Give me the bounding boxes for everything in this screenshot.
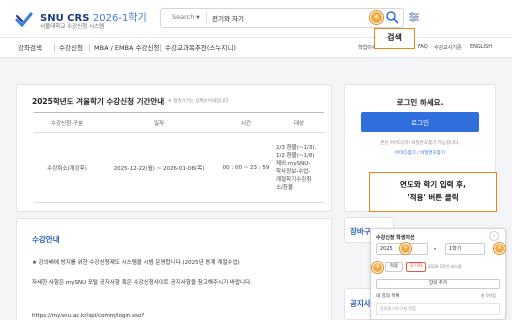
nav-mba-registration[interactable]: MBA / EMBA 수강신청 (94, 42, 159, 52)
instruction-callout: 연도와 학기 입력 후, '적용' 버튼 클릭 (369, 172, 497, 212)
step-4-badge: ④ (370, 11, 383, 24)
cart-title: 장바구 (350, 227, 371, 236)
cell-type: 수강취소(개강후) (34, 132, 100, 203)
period-note: ※ 접속기기는 상위순이내입니다. (168, 99, 230, 104)
notice-card (16, 218, 332, 320)
nav-divider (89, 44, 90, 52)
search-divider (206, 12, 207, 23)
nav-divider (54, 44, 55, 52)
notice-text: 자세한 사항은 mySNU 포털 공지사항 혹은 수강신청사이트 공지사항을 참… (32, 280, 252, 286)
find-id-password-link[interactable]: 아이디찾기 / 비밀번호찾기 (344, 150, 496, 156)
snu-logo-icon[interactable] (14, 10, 34, 30)
my-course-list-label: 내 강의 목록 (376, 294, 400, 299)
notice-link[interactable]: https://my.snu.ac.kr/spi/comm/login.sso? (32, 313, 144, 319)
col-header-time: 시간 (218, 112, 274, 133)
target-line: 학사정보-수업- (276, 168, 311, 175)
col-header-date: 일자 (100, 112, 218, 133)
login-button[interactable]: 로그인 (361, 112, 479, 132)
nav-divider (160, 44, 161, 52)
step-2-badge: ② (494, 243, 505, 254)
util-link-criteria[interactable]: 수강교사기준 (434, 44, 462, 51)
util-link-english[interactable]: ENGLISH (470, 44, 492, 50)
apply-button[interactable]: 적용 (385, 262, 403, 272)
cell-time: 00 : 00 ~ 23 : 59 (218, 132, 274, 203)
term-select[interactable]: 1학기 (445, 243, 485, 255)
step-3-badge: ③ (372, 262, 383, 273)
col-header-type: 수강신청 구분 (34, 112, 100, 133)
filter-settings-icon[interactable] (408, 11, 420, 23)
util-link-faq[interactable]: FAQ (418, 44, 428, 50)
target-line: 1/2 환불(~1/8) (276, 152, 315, 159)
announcement-title: 공지사 (350, 299, 371, 308)
instruction-line: '적용' 버튼 클릭 (407, 193, 459, 202)
target-line: 2/3 환불(~1/3), (276, 144, 317, 151)
notice-title: 수강안내 (32, 235, 60, 244)
chevron-down-icon: ▼ (196, 15, 200, 21)
search-tooltip-callout: 검색 (374, 28, 415, 49)
period-title: 2025학년도 겨울학기 수강신청 기간안내 (32, 97, 165, 106)
table-header-row: 수강신청 구분 일자 시간 대상 (34, 112, 324, 133)
course-list-header: 강의명 이수구분 학점 (376, 303, 500, 315)
step-1-badge: ① (400, 243, 411, 254)
logo-subtitle: 서울대학교 수강신청 시스템 (40, 24, 105, 30)
chevron-down-icon: ▾ (434, 246, 437, 251)
term-status: 2026-1학기 표시중 (428, 264, 462, 269)
col-header-target: 대상 (274, 112, 324, 133)
search-input[interactable] (212, 12, 362, 24)
notice-text: ★ 강의배에 방지를 위한 수강신청제도 시스템을 시범 운영합니다.(2025… (32, 260, 240, 266)
reset-button[interactable]: 초기화 (406, 262, 426, 272)
search-scope-select[interactable]: Search (172, 13, 194, 21)
target-line: 소/환불 (276, 184, 294, 191)
table-row: 수강취소(개강후) 2025-12-22(월) ~ 2026-01-08(목) … (34, 132, 324, 203)
instruction-line: 연도와 학기 입력 후, (400, 180, 466, 189)
minimize-icon[interactable]: – (489, 231, 499, 241)
nav-course-recommend[interactable]: 수강교과목추천(스누지니) (165, 42, 236, 52)
credit-count: 총 0학점 (481, 293, 496, 298)
add-course-button[interactable]: 장의 추가 (376, 279, 500, 289)
popup-title: 수강신청 학생저선 (376, 235, 415, 241)
nav-registration[interactable]: 수강신청 (59, 42, 83, 52)
search-icon[interactable] (385, 10, 399, 24)
target-line: 계절학기수강취 (276, 176, 312, 183)
login-title: 로그인 하세요. (396, 98, 444, 107)
cell-target: 2/3 환불(~1/3), 1/2 환불(~1/8) 제외:mySNU- 학사정… (274, 132, 324, 203)
cell-date: 2025-12-22(월) ~ 2026-01-08(목) (100, 132, 218, 203)
login-hint: 본인 아이디(학) 비밀번호찾기 가능합니다. (380, 141, 460, 146)
period-table: 수강신청 구분 일자 시간 대상 수강취소(개강후) 2025-12-22(월)… (34, 112, 324, 203)
target-line: 제외:mySNU- (276, 160, 311, 167)
nav-course-search[interactable]: 강좌검색 (18, 42, 42, 52)
